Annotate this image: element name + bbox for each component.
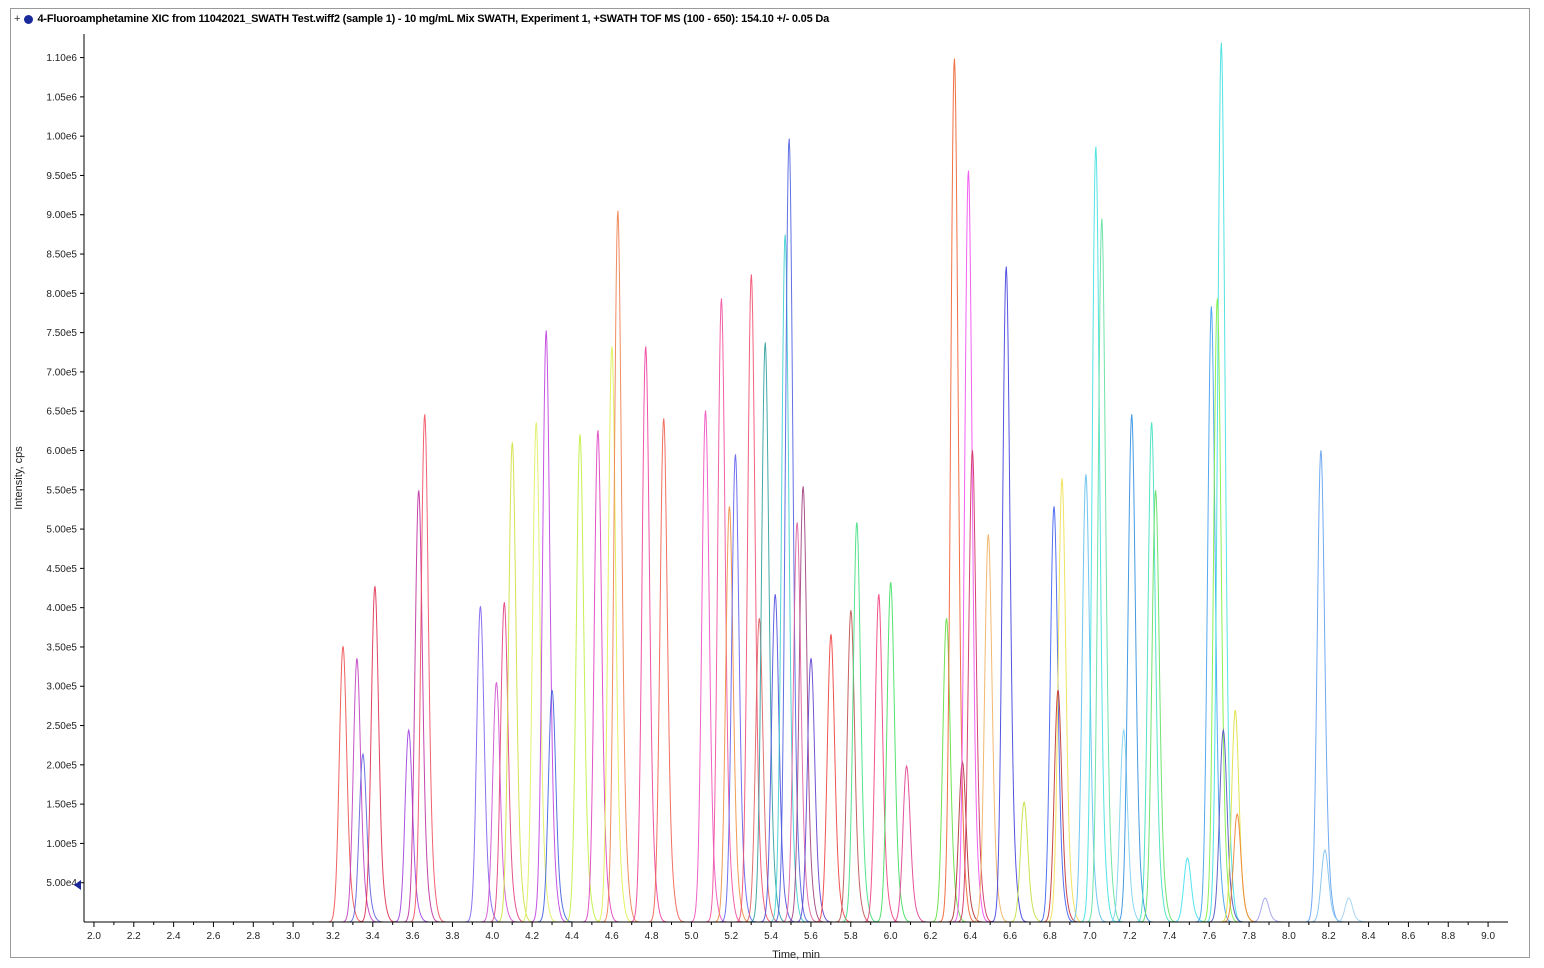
peaks-layer xyxy=(321,42,1371,923)
x-tick-label: 7.8 xyxy=(1242,931,1256,942)
peak-trace xyxy=(1079,218,1124,923)
peak-trace xyxy=(474,682,518,923)
y-tick-label: 7.50e5 xyxy=(46,328,77,339)
x-tick-label: 3.0 xyxy=(286,931,300,942)
x-tick-label: 5.8 xyxy=(844,931,858,942)
x-tick-label: 5.0 xyxy=(684,931,698,942)
x-tick-label: 2.0 xyxy=(87,931,101,942)
x-tick-label: 9.0 xyxy=(1481,931,1495,942)
x-tick-label: 8.4 xyxy=(1362,931,1376,942)
peak-trace xyxy=(1032,506,1076,923)
peak-trace xyxy=(1298,450,1343,923)
x-tick-label: 5.4 xyxy=(764,931,778,942)
x-tick-label: 4.4 xyxy=(565,931,579,942)
peak-trace xyxy=(1215,812,1259,923)
x-tick-label: 7.4 xyxy=(1162,931,1176,942)
x-tick-label: 7.0 xyxy=(1083,931,1097,942)
x-tick-label: 2.8 xyxy=(246,931,260,942)
peak-trace xyxy=(558,434,602,923)
peak-trace xyxy=(321,646,365,923)
peak-trace xyxy=(402,414,447,923)
y-tick-label: 5.00e5 xyxy=(46,525,77,536)
peak-trace xyxy=(683,410,728,923)
y-tick-label: 9.50e5 xyxy=(46,171,77,182)
x-axis-label: Time, min xyxy=(772,949,820,961)
x-tick-label: 5.6 xyxy=(804,931,818,942)
y-tick-label: 2.00e5 xyxy=(46,760,77,771)
y-tick-label: 6.00e5 xyxy=(46,446,77,457)
y-tick-label: 3.50e5 xyxy=(46,642,77,653)
x-tick-label: 3.4 xyxy=(366,931,380,942)
peak-trace xyxy=(1302,849,1347,923)
peak-trace xyxy=(950,450,995,923)
x-tick-label: 6.0 xyxy=(884,931,898,942)
peak-trace xyxy=(946,170,990,923)
x-tick-label: 4.6 xyxy=(605,931,619,942)
peak-trace xyxy=(352,586,397,923)
peak-trace xyxy=(1326,897,1371,923)
x-tick-label: 4.2 xyxy=(525,931,539,942)
peak-trace xyxy=(775,522,819,923)
peak-trace xyxy=(884,764,929,923)
x-tick-label: 6.2 xyxy=(923,931,937,942)
x-tick-label: 2.2 xyxy=(127,931,141,942)
y-tick-label: 1.00e6 xyxy=(46,132,77,143)
x-tick-label: 3.2 xyxy=(326,931,340,942)
peak-trace xyxy=(1199,42,1243,923)
x-tick-label: 2.6 xyxy=(207,931,221,942)
y-tick-label: 2.50e5 xyxy=(46,721,77,732)
xic-chart[interactable]: 2.0 2.2 2.4 2.6 2.8 3.0 3.2 3.4 3.6 3.8 4.0 4.2 4.4 4… xyxy=(0,0,1544,968)
x-tick-label: 7.2 xyxy=(1123,931,1137,942)
x-tick-label: 8.0 xyxy=(1282,931,1296,942)
x-tick-label: 6.6 xyxy=(1003,931,1017,942)
peak-trace xyxy=(458,606,502,923)
y-tick-label: 7.00e5 xyxy=(46,367,77,378)
x-tick-label: 6.8 xyxy=(1043,931,1057,942)
peak-trace xyxy=(781,486,825,923)
peak-trace xyxy=(868,582,913,923)
x-tick-label: 3.6 xyxy=(406,931,420,942)
y-tick-label: 1.05e6 xyxy=(46,92,77,103)
y-tick-label: 5.00e4 xyxy=(46,878,77,889)
y-tick-label: 1.00e5 xyxy=(46,839,77,850)
ticks-layer: 2.0 2.2 2.4 2.6 2.8 3.0 3.2 3.4 3.6 3.8 4.0 4.2 4.4 4… xyxy=(46,53,1495,942)
peak-trace xyxy=(1002,800,1046,923)
y-tick-label: 6.50e5 xyxy=(46,407,77,418)
peak-trace xyxy=(623,346,668,923)
y-tick-label: 4.50e5 xyxy=(46,564,77,575)
y-tick-label: 8.00e5 xyxy=(46,289,77,300)
y-axis-label: Intensity, cps xyxy=(13,446,25,510)
x-tick-label: 6.4 xyxy=(963,931,977,942)
peak-trace xyxy=(1109,414,1154,923)
y-tick-label: 9.00e5 xyxy=(46,210,77,221)
x-tick-label: 3.8 xyxy=(445,931,459,942)
x-tick-label: 8.2 xyxy=(1322,931,1336,942)
peak-trace xyxy=(713,454,758,923)
x-tick-label: 4.0 xyxy=(485,931,499,942)
peak-trace xyxy=(1195,298,1239,923)
y-tick-label: 4.00e5 xyxy=(46,603,77,614)
peak-trace xyxy=(524,330,568,923)
x-tick-label: 8.6 xyxy=(1401,931,1415,942)
x-tick-label: 8.8 xyxy=(1441,931,1455,942)
y-tick-label: 8.50e5 xyxy=(46,250,77,261)
peak-trace xyxy=(1189,306,1233,923)
peak-trace xyxy=(856,594,901,923)
y-tick-label: 3.00e5 xyxy=(46,682,77,693)
y-tick-label: 1.50e5 xyxy=(46,800,77,811)
axes-layer xyxy=(83,34,1508,923)
peak-trace xyxy=(595,210,640,923)
x-tick-label: 5.2 xyxy=(724,931,738,942)
x-tick-label: 7.6 xyxy=(1202,931,1216,942)
x-tick-label: 2.4 xyxy=(167,931,181,942)
y-tick-label: 5.50e5 xyxy=(46,485,77,496)
y-tick-label: 1.10e6 xyxy=(46,53,77,64)
peak-trace xyxy=(966,534,1010,923)
x-tick-label: 4.8 xyxy=(645,931,659,942)
